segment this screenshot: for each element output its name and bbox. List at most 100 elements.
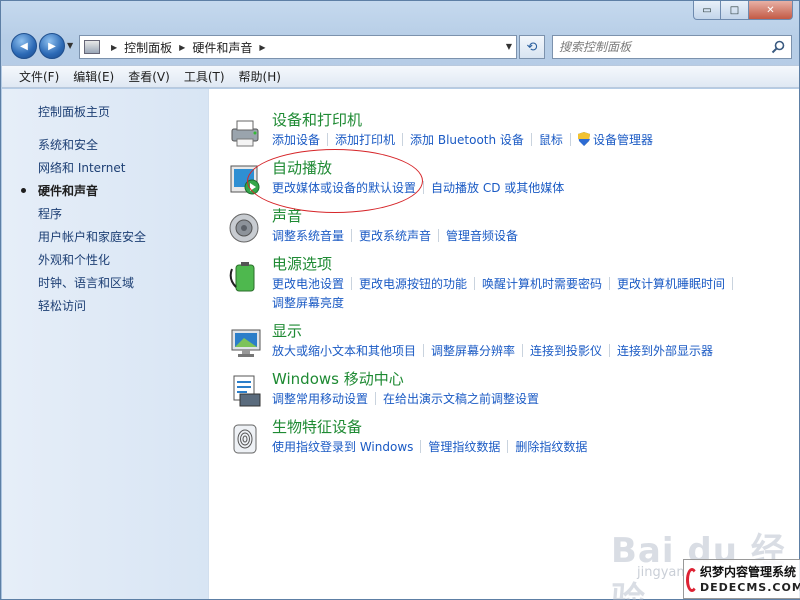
link-divider xyxy=(423,344,425,357)
navigation-bar: ◀ ▶ ▼ ▶ 控制面板 ▶ 硬件和声音 ▶ ▼ ⟲ xyxy=(1,29,800,63)
search-box[interactable] xyxy=(552,35,792,59)
link-divider xyxy=(507,440,509,453)
control-panel-window: ▭ □ ✕ ◀ ▶ ▼ ▶ 控制面板 ▶ 硬件和声音 ▶ ▼ ⟲ 文件(F) 编… xyxy=(0,0,800,600)
link-divider xyxy=(351,277,353,290)
link-divider xyxy=(474,277,476,290)
link-common-mobility-settings[interactable]: 调整常用移动设置 xyxy=(272,390,368,409)
link-text-size[interactable]: 放大或缩小文本和其他项目 xyxy=(272,342,416,361)
link-divider xyxy=(420,440,422,453)
caption-buttons: ▭ □ ✕ xyxy=(693,1,793,20)
monitor-icon xyxy=(231,329,261,357)
link-external-display[interactable]: 连接到外部显示器 xyxy=(617,342,713,361)
link-wake-password[interactable]: 唤醒计算机时需要密码 xyxy=(482,275,602,294)
breadcrumb-chevron-icon[interactable]: ▶ xyxy=(111,43,117,52)
link-change-battery-settings[interactable]: 更改电池设置 xyxy=(272,275,344,294)
sidebar-home-link[interactable]: 控制面板主页 xyxy=(38,103,110,120)
link-divider xyxy=(609,277,611,290)
link-change-system-sounds[interactable]: 更改系统声音 xyxy=(359,227,431,246)
sidebar-item-appearance[interactable]: 外观和个性化 xyxy=(38,251,146,274)
link-device-manager[interactable]: 设备管理器 xyxy=(593,131,653,150)
category-links: 放大或缩小文本和其他项目 调整屏幕分辨率 连接到投影仪 连接到外部显示器 xyxy=(272,342,792,361)
mobility-center-icon xyxy=(233,375,261,407)
annotation-ellipse xyxy=(247,149,423,213)
link-screen-resolution[interactable]: 调整屏幕分辨率 xyxy=(431,342,515,361)
category-links: 添加设备 添加打印机 添加 Bluetooth 设备 鼠标 设备管理器 xyxy=(272,131,792,150)
link-autoplay-cd[interactable]: 自动播放 CD 或其他媒体 xyxy=(431,179,564,198)
sidebar-item-network-internet[interactable]: 网络和 Internet xyxy=(38,159,146,182)
sidebar-list: 系统和安全 网络和 Internet 硬件和声音 程序 用户帐户和家庭安全 外观… xyxy=(20,136,146,320)
link-divider xyxy=(530,133,532,146)
breadcrumb-control-panel[interactable]: 控制面板 xyxy=(124,39,172,56)
search-icon[interactable] xyxy=(771,40,785,54)
minimize-button[interactable]: ▭ xyxy=(693,1,721,20)
link-divider xyxy=(423,181,425,194)
link-divider xyxy=(522,344,524,357)
breadcrumb-chevron-icon[interactable]: ▶ xyxy=(259,43,265,52)
menu-help[interactable]: 帮助(H) xyxy=(232,68,288,85)
link-add-bluetooth[interactable]: 添加 Bluetooth 设备 xyxy=(410,131,524,150)
category-title[interactable]: 电源选项 xyxy=(272,253,332,274)
back-arrow-icon: ◀ xyxy=(20,40,28,52)
printer-icon xyxy=(231,120,259,147)
link-fingerprint-login[interactable]: 使用指纹登录到 Windows xyxy=(272,438,413,457)
category-links: 使用指纹登录到 Windows 管理指纹数据 删除指纹数据 xyxy=(272,438,792,457)
category-title[interactable]: Windows 移动中心 xyxy=(272,368,404,389)
link-divider xyxy=(438,229,440,242)
category-links: 调整系统音量 更改系统声音 管理音频设备 xyxy=(272,227,792,246)
sidebar: 控制面板主页 系统和安全 网络和 Internet 硬件和声音 程序 用户帐户和… xyxy=(2,89,209,599)
sidebar-item-clock-language[interactable]: 时钟、语言和区域 xyxy=(38,274,146,297)
category-title[interactable]: 显示 xyxy=(272,320,302,341)
fingerprint-icon xyxy=(233,424,257,454)
link-divider xyxy=(732,277,734,290)
menu-file[interactable]: 文件(F) xyxy=(12,68,66,85)
link-delete-fingerprint[interactable]: 删除指纹数据 xyxy=(515,438,587,457)
category-links: 调整常用移动设置 在给出演示文稿之前调整设置 xyxy=(272,390,792,409)
link-add-printer[interactable]: 添加打印机 xyxy=(335,131,395,150)
sidebar-item-programs[interactable]: 程序 xyxy=(38,205,146,228)
recent-pages-dropdown-icon[interactable]: ▼ xyxy=(67,41,73,50)
category-title[interactable]: 生物特征设备 xyxy=(272,416,362,437)
back-button[interactable]: ◀ xyxy=(11,33,37,59)
link-divider xyxy=(351,229,353,242)
link-presentation-settings[interactable]: 在给出演示文稿之前调整设置 xyxy=(383,390,539,409)
sidebar-item-ease-of-access[interactable]: 轻松访问 xyxy=(38,297,146,320)
minimize-icon: ▭ xyxy=(702,4,712,16)
link-sleep-time[interactable]: 更改计算机睡眠时间 xyxy=(617,275,725,294)
link-divider xyxy=(327,133,329,146)
menu-tools[interactable]: 工具(T) xyxy=(177,68,232,85)
sidebar-item-hardware-sound[interactable]: 硬件和声音 xyxy=(20,182,146,205)
menu-view[interactable]: 查看(V) xyxy=(121,68,177,85)
search-input[interactable] xyxy=(559,40,771,54)
maximize-button[interactable]: □ xyxy=(721,1,749,20)
link-divider xyxy=(609,344,611,357)
category-links: 更改电池设置 更改电源按钮的功能 唤醒计算机时需要密码 更改计算机睡眠时间调整屏幕亮度 xyxy=(272,275,792,313)
sidebar-item-user-accounts[interactable]: 用户帐户和家庭安全 xyxy=(38,228,146,251)
link-add-device[interactable]: 添加设备 xyxy=(272,131,320,150)
link-mouse[interactable]: 鼠标 xyxy=(539,131,563,150)
link-adjust-brightness[interactable]: 调整屏幕亮度 xyxy=(272,294,344,313)
breadcrumb-chevron-icon[interactable]: ▶ xyxy=(179,43,185,52)
forward-button[interactable]: ▶ xyxy=(39,33,65,59)
close-button[interactable]: ✕ xyxy=(749,1,793,20)
category-title[interactable]: 设备和打印机 xyxy=(272,109,362,130)
uac-shield-icon xyxy=(577,132,590,146)
sidebar-item-system-security[interactable]: 系统和安全 xyxy=(38,136,146,159)
menu-edit[interactable]: 编辑(E) xyxy=(66,68,121,85)
link-manage-fingerprint[interactable]: 管理指纹数据 xyxy=(428,438,500,457)
forward-arrow-icon: ▶ xyxy=(48,40,56,52)
link-power-button-function[interactable]: 更改电源按钮的功能 xyxy=(359,275,467,294)
address-dropdown-icon[interactable]: ▼ xyxy=(506,42,512,51)
link-divider xyxy=(569,133,571,146)
address-bar[interactable]: ▶ 控制面板 ▶ 硬件和声音 ▶ ▼ xyxy=(79,35,517,59)
refresh-button[interactable]: ⟲ xyxy=(519,35,545,59)
link-adjust-volume[interactable]: 调整系统音量 xyxy=(272,227,344,246)
breadcrumb-hardware-sound[interactable]: 硬件和声音 xyxy=(192,39,252,56)
speaker-icon xyxy=(229,213,259,243)
link-manage-audio-devices[interactable]: 管理音频设备 xyxy=(446,227,518,246)
link-divider xyxy=(375,392,377,405)
close-icon: ✕ xyxy=(766,4,775,16)
menu-bar: 文件(F) 编辑(E) 查看(V) 工具(T) 帮助(H) xyxy=(2,65,799,88)
battery-icon xyxy=(229,262,255,292)
control-panel-icon xyxy=(84,40,100,54)
link-connect-projector[interactable]: 连接到投影仪 xyxy=(530,342,602,361)
